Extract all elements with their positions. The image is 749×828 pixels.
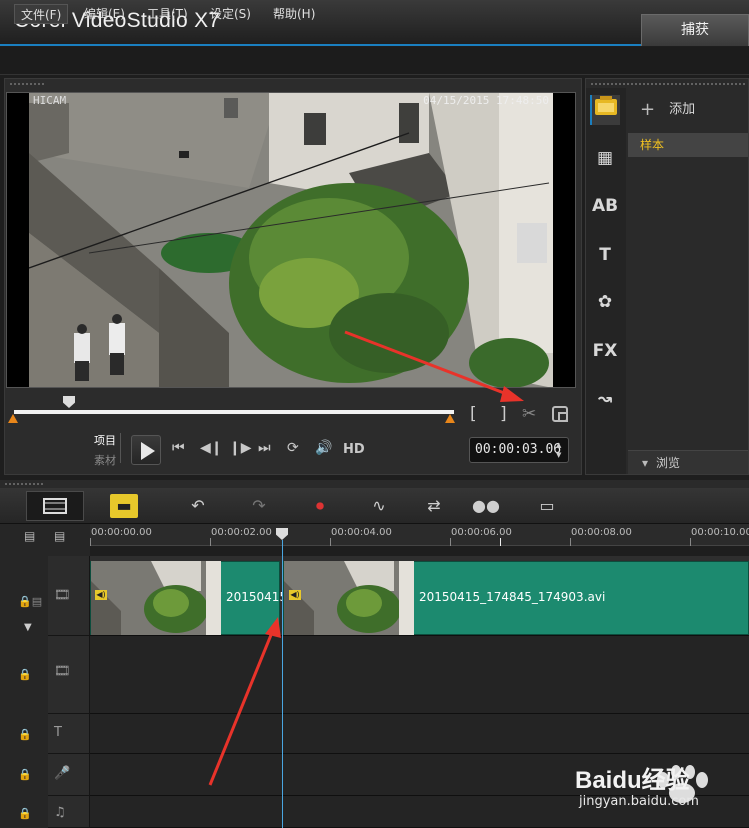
baidu-watermark: Baidu经验 jingyan.baidu.com (575, 748, 745, 818)
watermark-url: jingyan.baidu.com (579, 794, 699, 809)
annotation-arrows (208, 330, 524, 786)
watermark-brand: Baidu经验 (575, 767, 690, 794)
